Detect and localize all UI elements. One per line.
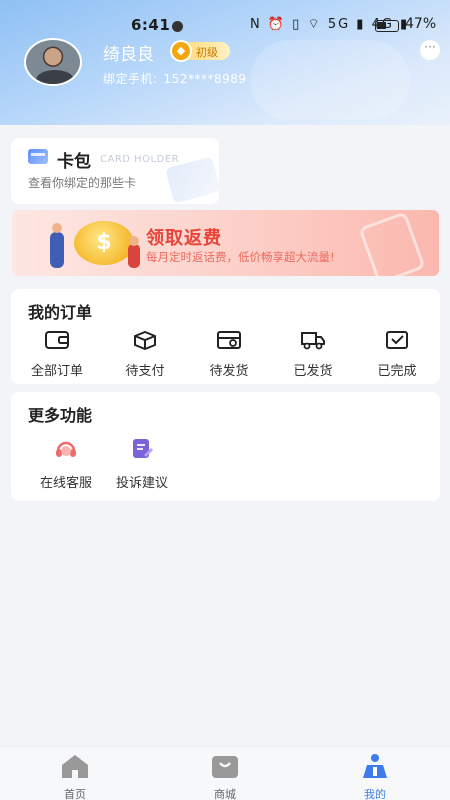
card-holder-subtitle: 查看你绑定的那些卡 xyxy=(28,176,137,190)
card-icon xyxy=(28,149,48,164)
user-name: 绮良良 xyxy=(103,45,154,65)
tab-mine[interactable]: 我的 xyxy=(335,753,415,800)
banner-title: 领取返费 xyxy=(146,228,222,249)
tab-home-label: 首页 xyxy=(64,788,86,800)
tab-home[interactable]: 首页 xyxy=(35,753,115,800)
order-completed[interactable]: 已完成 xyxy=(357,330,437,379)
order-shipped[interactable]: 已发货 xyxy=(273,330,353,379)
battery-percent: 47% xyxy=(405,16,437,32)
header-decoration xyxy=(250,40,410,120)
banner-subtitle: 每月定时返话费，低价畅享超大流量! xyxy=(146,250,335,264)
person-illustration xyxy=(128,236,140,268)
order-pending-payment-label: 待支付 xyxy=(125,364,165,379)
card-holder-en-title: CARD HOLDER xyxy=(100,154,180,165)
tab-shop-label: 商城 xyxy=(214,788,236,800)
level-badge: ◆ 初级 xyxy=(170,40,230,62)
bound-phone: 绑定手机: 152****8989 xyxy=(103,70,253,87)
order-completed-label: 已完成 xyxy=(377,364,417,379)
tab-mine-label: 我的 xyxy=(364,788,386,800)
profile-header: 6:41 N ⏰ ▯ ⌔ 5G ▮ 4G ▮ 47% 绮良良 ◆ 初级 绑定手机… xyxy=(0,0,450,125)
shop-bag-icon xyxy=(212,756,238,778)
bottom-tab-bar: 首页 商城 我的 xyxy=(0,746,450,800)
order-all[interactable]: 全部订单 xyxy=(17,330,97,379)
coin-icon: $ xyxy=(74,221,134,265)
wallet-icon xyxy=(45,331,69,349)
phone-label: 绑定手机: xyxy=(103,72,158,86)
avatar[interactable] xyxy=(24,38,82,86)
level-icon: ◆ xyxy=(170,40,192,62)
box-icon xyxy=(134,331,156,350)
card-holder-title: 卡包 xyxy=(57,152,91,172)
orders-title: 我的订单 xyxy=(28,303,93,322)
level-text: 初级 xyxy=(196,46,218,59)
status-bar: 6:41 N ⏰ ▯ ⌔ 5G ▮ 4G ▮ 47% xyxy=(0,14,450,40)
edit-note-icon xyxy=(133,439,153,458)
order-all-label: 全部订单 xyxy=(30,364,83,379)
shipping-box-icon xyxy=(217,331,241,349)
battery-icon xyxy=(375,20,399,32)
notification-dot-icon xyxy=(172,21,183,32)
phone-number: 152****8989 xyxy=(163,72,247,86)
order-shipped-label: 已发货 xyxy=(293,364,333,379)
order-pending-shipment-label: 待发货 xyxy=(209,364,249,379)
feedback-label: 投诉建议 xyxy=(115,476,168,491)
headset-icon xyxy=(56,441,76,457)
phone-illustration xyxy=(358,211,426,276)
cashback-banner[interactable]: $ 领取返费 每月定时返话费，低价畅享超大流量! xyxy=(12,210,439,276)
my-orders-panel: 我的订单 全部订单 待支付 待发货 已发货 已完成 xyxy=(11,289,440,384)
order-pending-shipment[interactable]: 待发货 xyxy=(189,330,269,379)
person-illustration xyxy=(50,223,64,268)
inbox-check-icon xyxy=(386,331,408,349)
feedback-button[interactable]: 投诉建议 xyxy=(97,438,187,491)
more-options-button[interactable]: ··· xyxy=(420,40,440,60)
card-holder-card[interactable]: 卡包 CARD HOLDER 查看你绑定的那些卡 xyxy=(11,138,219,204)
truck-icon xyxy=(301,332,325,350)
tab-shop[interactable]: 商城 xyxy=(185,753,265,800)
home-icon xyxy=(62,755,88,778)
order-pending-payment[interactable]: 待支付 xyxy=(105,330,185,379)
features-title: 更多功能 xyxy=(28,406,93,425)
status-time: 6:41 xyxy=(131,16,171,34)
profile-icon xyxy=(363,754,387,778)
more-features-panel: 更多功能 在线客服 投诉建议 xyxy=(11,392,440,501)
